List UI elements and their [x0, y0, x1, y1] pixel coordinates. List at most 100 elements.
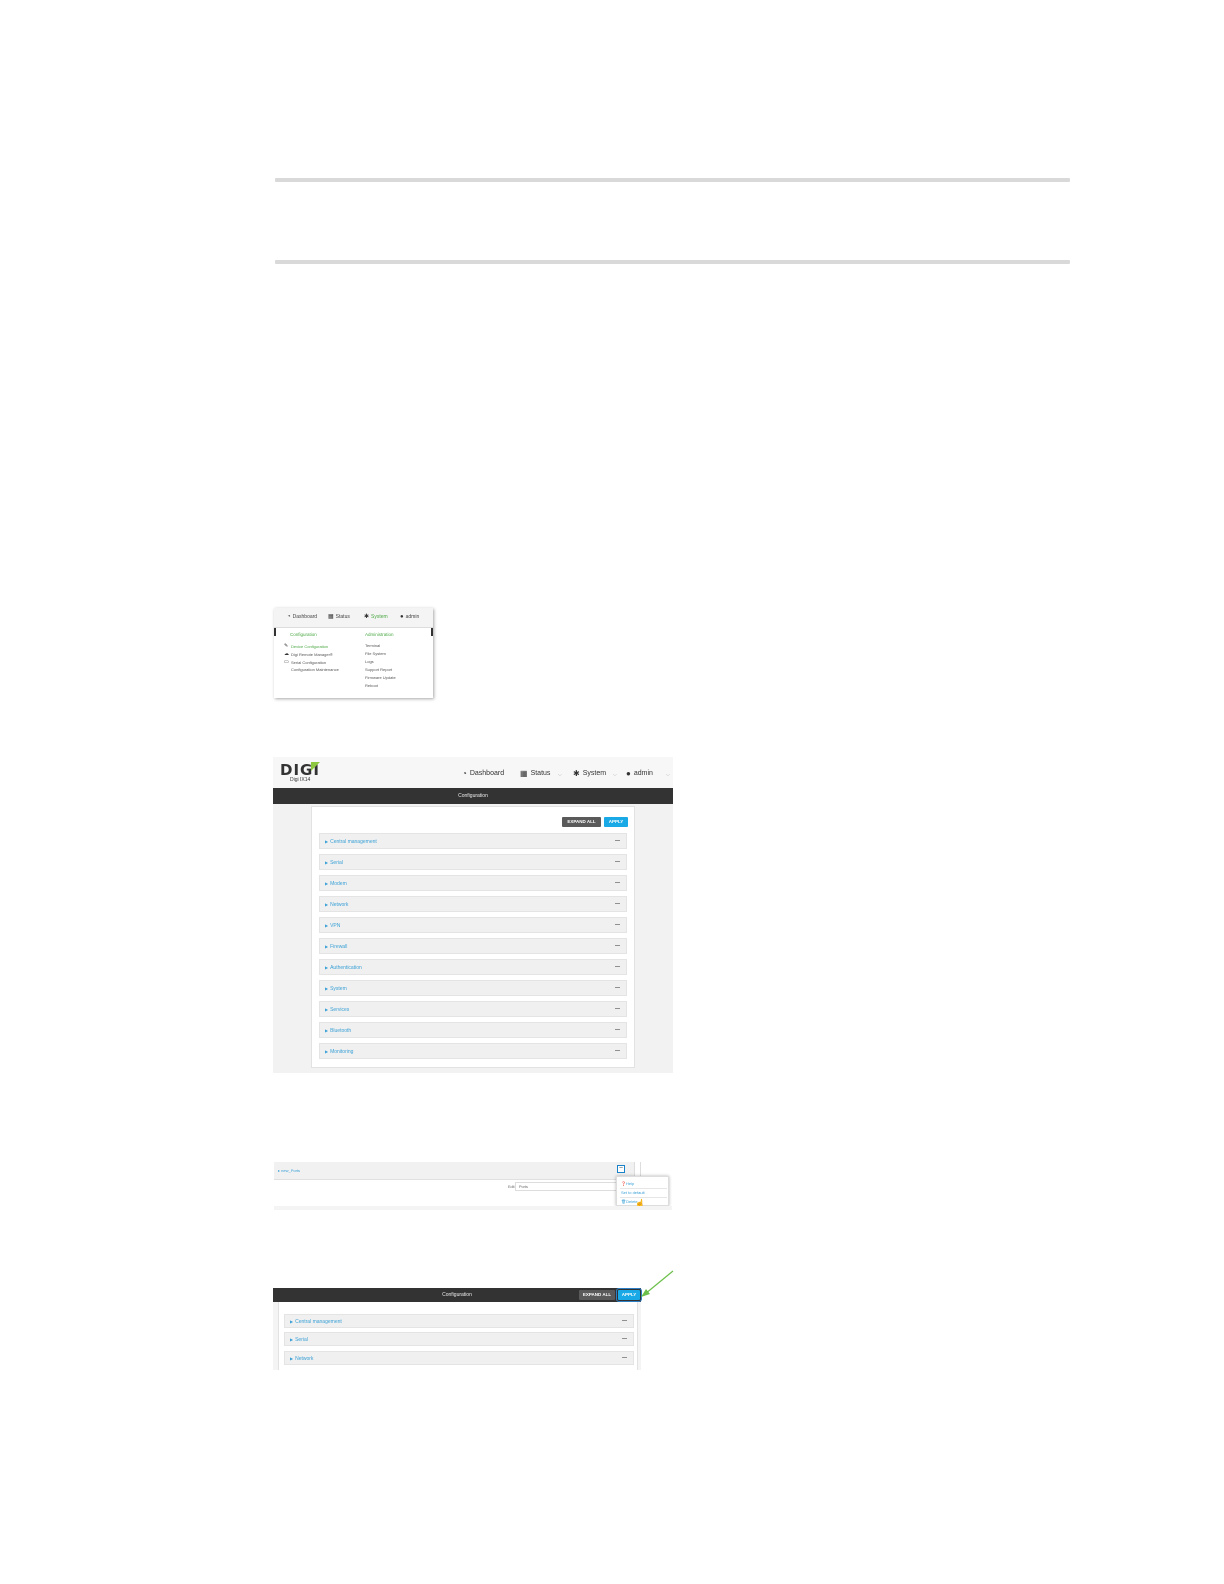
section-label: Services: [330, 1007, 350, 1013]
menu-item-terminal[interactable]: Terminal: [365, 643, 380, 648]
nav-system-label: System: [371, 614, 388, 620]
config-body: ▶ Central management — ▶ Serial — ▶ Network —: [273, 1302, 641, 1370]
menu-item-file-system[interactable]: File System: [365, 651, 386, 656]
section-services[interactable]: ▶ Services —: [319, 1001, 627, 1017]
section-central-management[interactable]: ▶ Central management —: [319, 833, 627, 849]
caret-right-icon: ▶: [325, 860, 329, 865]
collapse-icon[interactable]: —: [615, 918, 620, 933]
menu-item-set-default[interactable]: Set to default: [621, 1190, 645, 1195]
menu-item-label: Digi Remote Manager®: [291, 651, 333, 657]
section-central-management[interactable]: ▶ Central management —: [284, 1314, 634, 1328]
dashboard-icon: ◔: [287, 614, 291, 620]
section-serial[interactable]: ▶ Serial —: [319, 854, 627, 870]
menu-item-label: Device Configuration: [291, 643, 329, 649]
configuration-header: Configuration: [290, 632, 317, 637]
menu-item-serial-configuration[interactable]: ▭ Serial Configuration: [284, 659, 326, 665]
divider: [634, 1162, 635, 1176]
nav-status[interactable]: ▦ Status: [328, 614, 350, 620]
section-label: Central management: [330, 839, 377, 845]
chevron-down-icon: ⌵: [558, 772, 562, 778]
user-icon: ●: [626, 769, 631, 778]
section-authentication[interactable]: ▶ Authentication —: [319, 959, 627, 975]
page-title: Configuration: [273, 788, 673, 804]
section-system[interactable]: ▶ System —: [319, 980, 627, 996]
top-nav: ◔ Dashboard ▦ Status ✱ System ● admin: [274, 608, 433, 628]
section-vpn[interactable]: ▶ VPN —: [319, 917, 627, 933]
caret-right-icon: ▶: [290, 1356, 294, 1361]
collapse-icon[interactable]: —: [615, 876, 620, 891]
collapse-icon[interactable]: —: [615, 897, 620, 912]
apply-button[interactable]: APPLY: [616, 1288, 642, 1302]
gear-icon: ✱: [573, 769, 580, 778]
collapse-icon[interactable]: —: [615, 855, 620, 870]
caret-right-icon: ▶: [325, 1049, 329, 1054]
cloud-icon: ☁: [284, 651, 289, 657]
top-bar: DIGI Digi IX14 ◔ Dashboard ▦ Status ⌵ ✱ …: [273, 757, 673, 788]
caret-right-icon: ▶: [325, 965, 329, 970]
apply-button[interactable]: APPLY: [604, 817, 628, 827]
section-firewall[interactable]: ▶ Firewall —: [319, 938, 627, 954]
nav-admin-label: admin: [633, 770, 653, 777]
collapse-icon[interactable]: —: [615, 1023, 620, 1038]
caret-right-icon: ▶: [325, 1028, 329, 1033]
collapse-icon[interactable]: —: [622, 1352, 627, 1365]
item-menu-button[interactable]: –: [617, 1165, 625, 1173]
nav-admin[interactable]: ● admin: [400, 614, 419, 620]
caret-right-icon: ▶: [325, 902, 329, 907]
expand-all-button[interactable]: EXPAND ALL: [579, 1290, 615, 1300]
section-monitoring[interactable]: ▶ Monitoring —: [319, 1043, 627, 1059]
list-item[interactable]: [274, 1162, 634, 1180]
section-modem[interactable]: ▶ Modem —: [319, 875, 627, 891]
menu-item-reboot[interactable]: Reboot: [365, 683, 378, 688]
row-label: ▸ new_Ports: [278, 1168, 300, 1173]
caret-right-icon: ▶: [325, 881, 329, 886]
section-label: VPN: [330, 923, 341, 929]
section-label: Serial: [330, 860, 343, 866]
caret-right-icon: ▶: [325, 1007, 329, 1012]
caret-right-icon: ▶: [325, 839, 329, 844]
nav-dashboard[interactable]: ◔ Dashboard: [287, 614, 317, 620]
section-serial[interactable]: ▶ Serial —: [284, 1332, 634, 1346]
section-label: Bluetooth: [330, 1028, 352, 1034]
collapse-icon[interactable]: —: [615, 1002, 620, 1017]
menu-item-logs[interactable]: Logs: [365, 659, 374, 664]
section-network[interactable]: ▶ Network —: [284, 1351, 634, 1365]
dashboard-icon: ◔: [462, 769, 467, 778]
menu-item-support-report[interactable]: Support Report: [365, 667, 392, 672]
nav-dashboard-label: Dashboard: [469, 770, 505, 777]
nav-status[interactable]: ▦ Status: [520, 769, 550, 778]
menu-item-remote-manager[interactable]: ☁ Digi Remote Manager®: [284, 651, 333, 657]
nav-status-label: Status: [530, 770, 551, 777]
nav-dashboard[interactable]: ◔ Dashboard: [462, 769, 504, 778]
collapse-icon[interactable]: —: [615, 960, 620, 975]
wrench-icon: ✎: [284, 643, 289, 649]
collapse-icon[interactable]: —: [622, 1333, 627, 1346]
gear-icon: ✱: [364, 614, 370, 620]
device-model: Digi IX14: [290, 777, 311, 783]
name-field[interactable]: Ports: [515, 1182, 619, 1191]
collapse-icon[interactable]: —: [615, 834, 620, 849]
menu-item-firmware-update[interactable]: Firmware Update: [365, 675, 396, 680]
menu-item-configuration-maintenance[interactable]: Configuration Maintenance: [284, 667, 339, 672]
divider: [620, 1188, 667, 1189]
collapse-icon[interactable]: —: [615, 939, 620, 954]
collapse-icon[interactable]: —: [615, 1044, 620, 1059]
expand-all-button[interactable]: EXPAND ALL: [562, 817, 601, 827]
menu-item-help[interactable]: ❓Help: [621, 1181, 634, 1186]
menu-item-device-configuration[interactable]: ✎ Device Configuration: [284, 643, 328, 649]
section-label: Modem: [330, 881, 347, 887]
caret-right-icon: ▶: [325, 923, 329, 928]
section-network[interactable]: ▶ Network —: [319, 896, 627, 912]
apply-screenshot: Configuration EXPAND ALL APPLY ▶ Central …: [273, 1264, 675, 1370]
section-label: Network: [330, 902, 349, 908]
field-label: Edit: [508, 1185, 515, 1189]
collapse-icon[interactable]: —: [615, 981, 620, 996]
divider: [640, 1162, 641, 1176]
section-bluetooth[interactable]: ▶ Bluetooth —: [319, 1022, 627, 1038]
section-label: Network: [295, 1356, 314, 1362]
nav-admin[interactable]: ● admin: [626, 769, 653, 778]
section-label: Monitoring: [330, 1049, 354, 1055]
nav-system[interactable]: ✱ System: [573, 769, 606, 778]
collapse-icon[interactable]: —: [622, 1315, 627, 1328]
nav-system[interactable]: ✱ System: [364, 614, 388, 620]
